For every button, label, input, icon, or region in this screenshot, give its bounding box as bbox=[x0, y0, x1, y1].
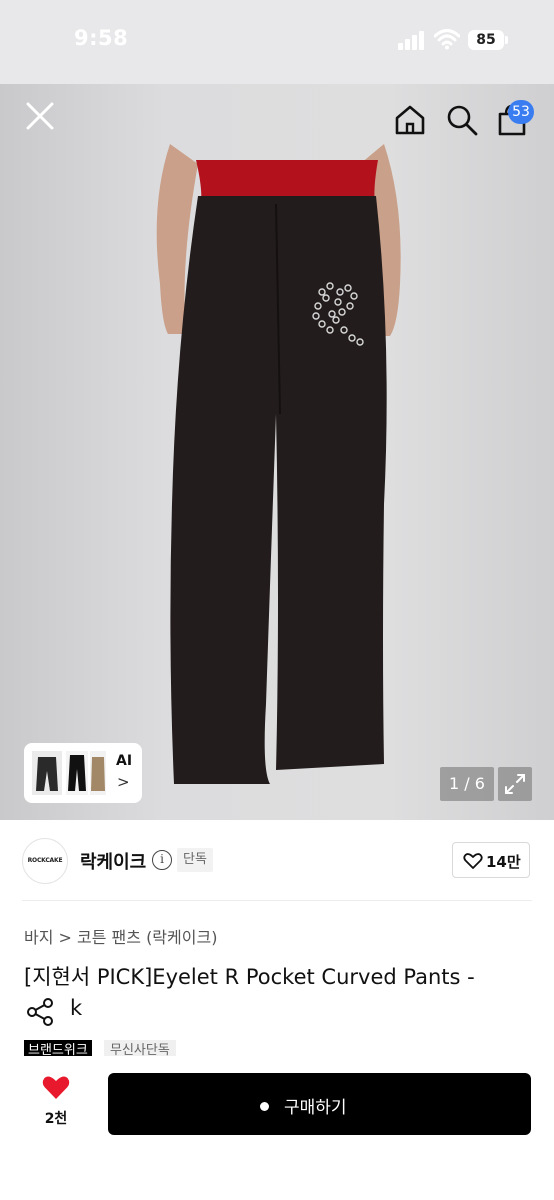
similar-item-thumbnail bbox=[90, 751, 106, 795]
similar-item-thumbnail bbox=[32, 751, 62, 795]
heart-filled-icon bbox=[42, 1076, 70, 1099]
cellular-signal-icon bbox=[398, 30, 426, 50]
brand-like-button[interactable]: 14만 bbox=[452, 842, 530, 878]
product-title: [지현서 PICK]Eyelet R Pocket Curved Pants - bbox=[24, 965, 475, 989]
product-photo-illustration bbox=[156, 144, 401, 784]
brand-logo[interactable]: ROCKCAKE bbox=[22, 838, 68, 884]
home-icon[interactable] bbox=[392, 102, 428, 138]
expand-button[interactable] bbox=[498, 767, 532, 801]
status-bar: 9:58 85 bbox=[0, 0, 554, 84]
similar-item-thumbnail bbox=[66, 751, 88, 795]
wishlist-count: 2천 bbox=[44, 1111, 68, 1127]
close-icon[interactable] bbox=[22, 98, 58, 134]
wifi-icon bbox=[434, 29, 460, 50]
exclusive-badge: 단독 bbox=[177, 848, 213, 872]
buy-button[interactable]: 구매하기 bbox=[108, 1073, 531, 1135]
product-title-continuation: k bbox=[70, 996, 83, 1020]
brand-name[interactable]: 락케이크 bbox=[80, 848, 146, 874]
top-navigation bbox=[0, 84, 554, 160]
heart-outline-icon bbox=[463, 853, 483, 869]
share-icon bbox=[27, 998, 53, 1026]
status-time: 9:58 bbox=[74, 26, 129, 50]
breadcrumb[interactable]: 바지 > 코튼 팬츠 (락케이크) bbox=[24, 924, 217, 948]
battery-level: 85 bbox=[476, 32, 496, 48]
chevron-right-icon: > bbox=[117, 773, 130, 791]
expand-icon bbox=[505, 774, 525, 794]
cart-count-badge: 53 bbox=[508, 100, 534, 124]
wishlist-button[interactable]: 2천 bbox=[36, 1074, 76, 1132]
ai-similar-items-card[interactable]: AI > bbox=[24, 743, 142, 803]
battery-icon: 85 bbox=[468, 30, 504, 50]
product-image[interactable] bbox=[0, 84, 554, 820]
share-button[interactable] bbox=[24, 996, 58, 1028]
ai-label: AI bbox=[116, 753, 133, 769]
buy-button-label: 구매하기 bbox=[284, 1098, 347, 1118]
brand-like-count: 14만 bbox=[486, 853, 521, 871]
image-page-indicator: 1 / 6 bbox=[440, 767, 494, 801]
divider bbox=[22, 900, 532, 901]
info-icon[interactable]: i bbox=[152, 850, 172, 870]
search-icon[interactable] bbox=[444, 102, 480, 138]
